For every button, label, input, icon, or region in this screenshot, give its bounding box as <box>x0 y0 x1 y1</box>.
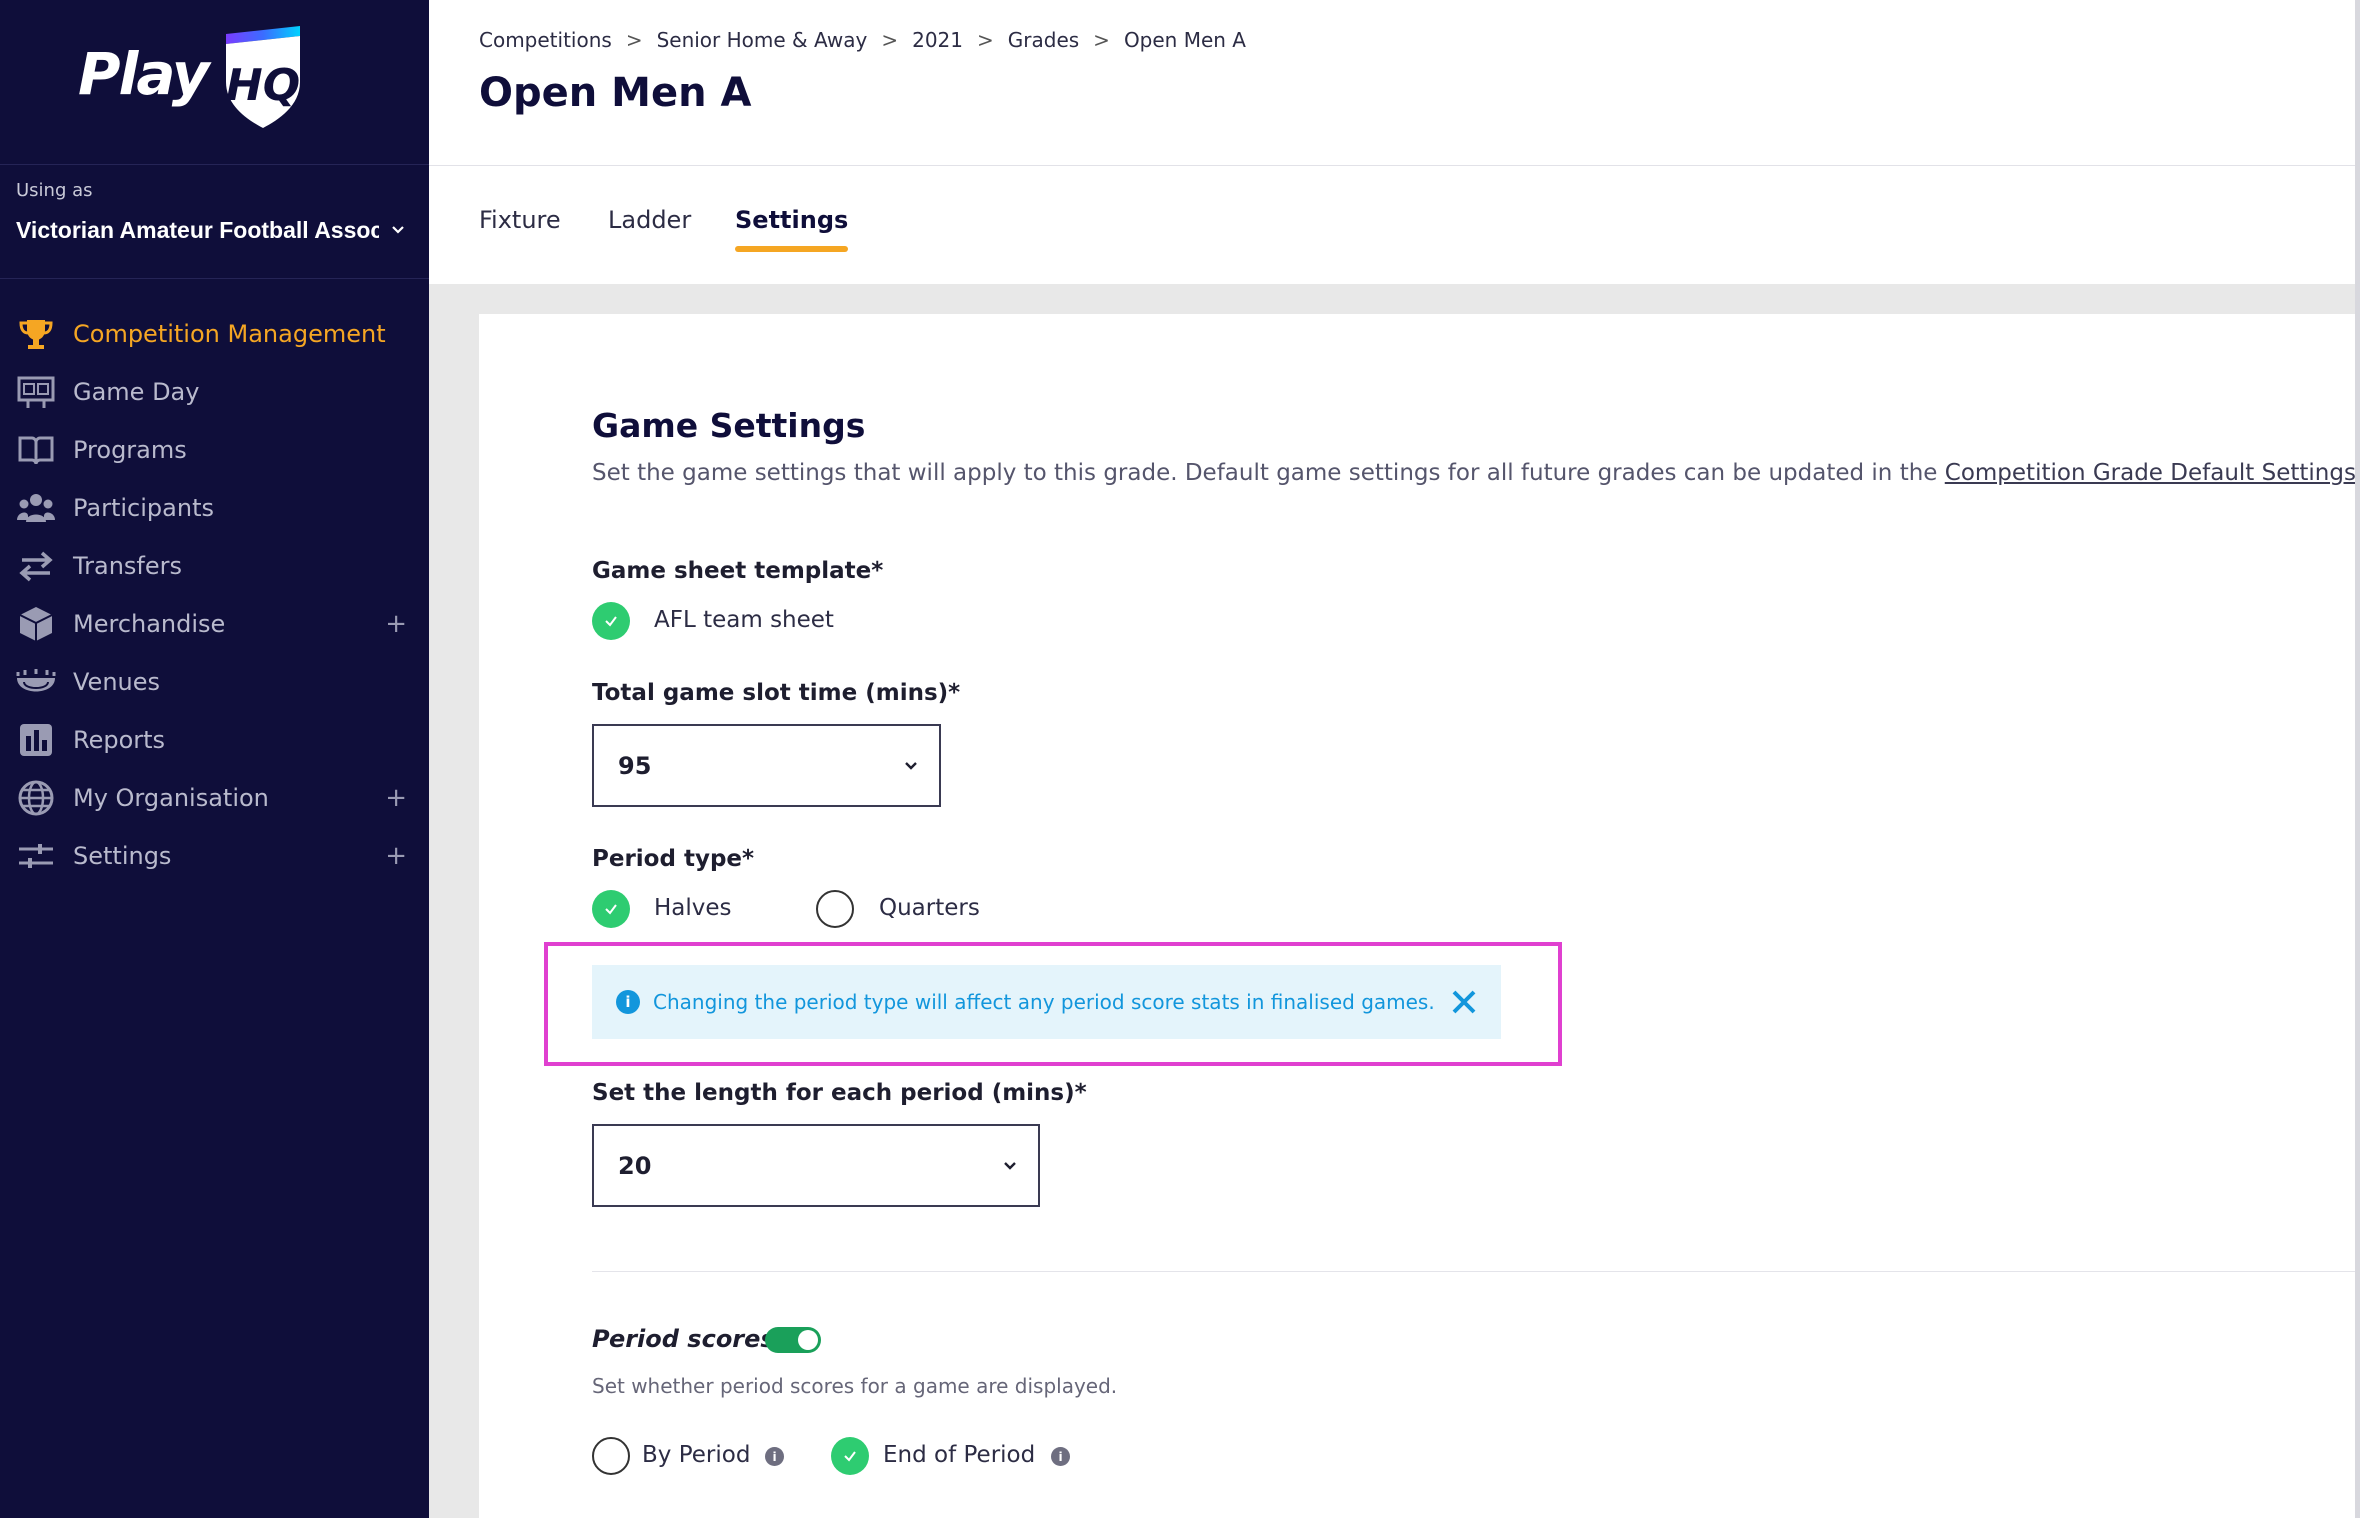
period-scores-description: Set whether period scores for a game are… <box>592 1374 1118 1398</box>
selected-check-icon[interactable] <box>592 890 630 928</box>
nav-label: Participants <box>73 494 214 522</box>
chevron-down-icon <box>392 226 404 234</box>
period-score-option-end-of-period: End of Period <box>883 1442 1036 1468</box>
nav-label: Merchandise <box>73 610 226 638</box>
tab-settings[interactable]: Settings <box>735 206 849 252</box>
nav-label: My Organisation <box>73 784 269 812</box>
nav-label: Settings <box>73 842 172 870</box>
sheet-template-label: Game sheet template* <box>592 558 884 584</box>
slot-time-label: Total game slot time (mins)* <box>592 680 961 706</box>
nav-label: Competition Management <box>73 320 386 348</box>
playhq-logo[interactable]: Play HQ <box>78 22 308 132</box>
nav-label: Venues <box>73 668 161 696</box>
shield-logo-icon: HQ <box>226 26 300 128</box>
book-icon <box>14 428 58 472</box>
reports-icon <box>14 718 58 762</box>
period-scores-label: Period scores <box>592 1325 775 1353</box>
slot-time-select[interactable]: 95 <box>592 724 941 807</box>
period-length-select[interactable]: 20 <box>592 1124 1040 1207</box>
nav-label: Programs <box>73 436 187 464</box>
period-length-value: 20 <box>618 1151 652 1180</box>
breadcrumb-separator: > <box>1093 28 1110 52</box>
using-as-label: Using as <box>16 180 93 201</box>
sidebar-divider <box>0 278 429 279</box>
people-icon <box>14 486 58 530</box>
section-title: Game Settings <box>592 406 866 445</box>
unselected-radio[interactable] <box>592 1437 630 1475</box>
scoreboard-icon <box>14 370 58 414</box>
nav-label: Transfers <box>73 552 183 580</box>
game-settings-card: Game Settings Set the game settings that… <box>479 314 2360 1518</box>
nav-item-settings[interactable]: Settings + <box>0 826 429 886</box>
nav-item-competition-management[interactable]: Competition Management <box>0 304 429 364</box>
period-length-label: Set the length for each period (mins)* <box>592 1080 1087 1106</box>
nav-item-my-organisation[interactable]: My Organisation + <box>0 768 429 828</box>
expand-plus-icon[interactable]: + <box>385 609 407 639</box>
logo-wordmark: Play <box>78 40 210 108</box>
breadcrumb-item[interactable]: 2021 <box>912 28 963 52</box>
breadcrumb-item[interactable]: Grades <box>1008 28 1079 52</box>
breadcrumb-separator: > <box>977 28 994 52</box>
nav-item-programs[interactable]: Programs <box>0 420 429 480</box>
tab-settings-label: Settings <box>735 206 849 234</box>
sidebar-divider <box>0 164 429 165</box>
section-description: Set the game settings that will apply to… <box>592 460 2356 486</box>
sliders-icon <box>14 834 58 878</box>
period-score-option-by-period: By Period <box>642 1442 751 1468</box>
tab-ladder[interactable]: Ladder <box>608 206 691 234</box>
nav-label: Game Day <box>73 378 200 406</box>
nav-item-merchandise[interactable]: Merchandise + <box>0 594 429 654</box>
selected-check-icon[interactable] <box>831 1437 869 1475</box>
period-option-halves: Halves <box>654 895 732 921</box>
sheet-template-option: AFL team sheet <box>654 607 834 633</box>
annotation-highlight-box <box>544 942 1562 1066</box>
sidebar: Play HQ Using as Victorian Amateur Footb… <box>0 0 429 1518</box>
page-title: Open Men A <box>479 70 752 116</box>
info-icon[interactable]: i <box>765 1447 784 1466</box>
breadcrumb: Competitions > Senior Home & Away > 2021… <box>479 28 1246 52</box>
chevron-down-icon <box>1004 1161 1016 1170</box>
description-text: Set the game settings that will apply to… <box>592 460 1945 486</box>
toggle-knob <box>798 1330 818 1350</box>
expand-plus-icon[interactable]: + <box>385 783 407 813</box>
period-type-label: Period type* <box>592 846 755 872</box>
selected-check-icon[interactable] <box>592 602 630 640</box>
active-tab-indicator <box>735 246 849 252</box>
organisation-name: Victorian Amateur Football Association <box>16 216 379 243</box>
info-icon[interactable]: i <box>1051 1447 1070 1466</box>
unselected-radio[interactable] <box>816 890 854 928</box>
chevron-down-icon <box>905 761 917 770</box>
expand-plus-icon[interactable]: + <box>385 841 407 871</box>
breadcrumb-separator: > <box>625 28 643 52</box>
trophy-icon <box>14 312 58 356</box>
section-divider <box>592 1271 2360 1272</box>
nav-item-reports[interactable]: Reports <box>0 710 429 770</box>
transfer-arrows-icon <box>14 544 58 588</box>
breadcrumb-item[interactable]: Senior Home & Away <box>657 28 868 52</box>
tab-bar: Fixture Ladder Settings <box>429 166 2360 284</box>
organisation-selector[interactable]: Victorian Amateur Football Association <box>16 212 416 248</box>
period-option-quarters: Quarters <box>879 895 980 921</box>
breadcrumb-item-current: Open Men A <box>1123 28 1246 52</box>
globe-icon <box>14 776 58 820</box>
breadcrumb-item[interactable]: Competitions <box>479 28 612 52</box>
svg-text:HQ: HQ <box>226 60 300 111</box>
period-scores-toggle[interactable] <box>765 1327 821 1353</box>
nav-item-game-day[interactable]: Game Day <box>0 362 429 422</box>
stadium-icon <box>14 660 58 704</box>
nav-item-participants[interactable]: Participants <box>0 478 429 538</box>
default-settings-link[interactable]: Competition Grade Default Settings <box>1945 460 2356 486</box>
tab-fixture[interactable]: Fixture <box>479 206 561 234</box>
nav-item-transfers[interactable]: Transfers <box>0 536 429 596</box>
page-header: Competitions > Senior Home & Away > 2021… <box>429 0 2360 166</box>
breadcrumb-separator: > <box>881 28 899 52</box>
scrollbar[interactable] <box>2355 0 2360 1518</box>
slot-time-value: 95 <box>618 751 652 780</box>
box-icon <box>14 602 58 646</box>
nav-label: Reports <box>73 726 166 754</box>
nav-item-venues[interactable]: Venues <box>0 652 429 712</box>
